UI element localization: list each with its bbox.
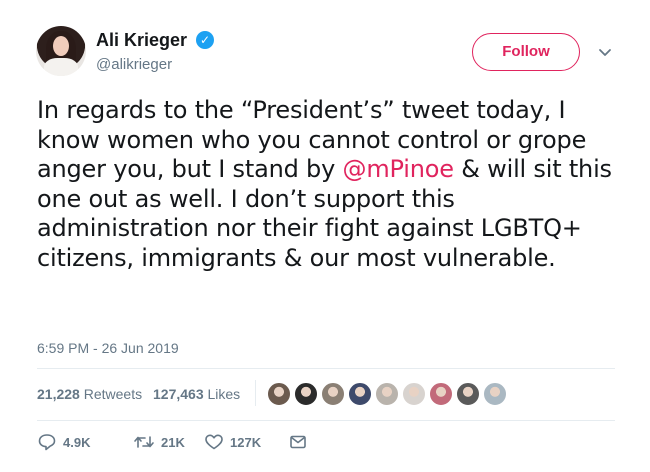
- heart-icon: [205, 434, 223, 450]
- liker-avatar[interactable]: [455, 381, 481, 407]
- chevron-down-icon[interactable]: [597, 44, 613, 60]
- liker-avatar[interactable]: [374, 381, 400, 407]
- author-name[interactable]: Ali Krieger: [96, 30, 187, 51]
- likes-stat[interactable]: 127,463 Likes: [153, 386, 240, 402]
- liker-avatar[interactable]: [347, 381, 373, 407]
- author-avatar[interactable]: [36, 26, 86, 76]
- liker-avatar[interactable]: [266, 381, 292, 407]
- liker-avatar[interactable]: [293, 381, 319, 407]
- tweet-card: Ali Krieger ✓ @alikrieger Follow In rega…: [0, 0, 650, 472]
- tweet-timestamp[interactable]: 6:59 PM - 26 Jun 2019: [37, 340, 179, 356]
- mention-link[interactable]: @mPinoe: [343, 155, 454, 183]
- reply-button[interactable]: 4.9K: [37, 432, 90, 452]
- retweets-label: Retweets: [83, 386, 143, 402]
- divider: [37, 420, 615, 421]
- liker-avatar[interactable]: [428, 381, 454, 407]
- reply-icon: [38, 434, 56, 451]
- reply-count: 4.9K: [63, 434, 91, 450]
- envelope-icon: [290, 435, 306, 449]
- divider: [37, 368, 615, 369]
- author-handle[interactable]: @alikrieger: [96, 56, 172, 73]
- like-count: 127K: [230, 434, 262, 450]
- follow-button[interactable]: Follow: [472, 33, 580, 71]
- divider: [255, 380, 256, 406]
- retweets-stat[interactable]: 21,228 Retweets: [37, 386, 142, 402]
- verified-badge-icon: ✓: [196, 31, 214, 49]
- retweet-count: 21K: [161, 434, 185, 450]
- likes-label: Likes: [207, 386, 241, 402]
- retweet-button[interactable]: 21K: [133, 432, 185, 452]
- likes-count: 127,463: [153, 386, 204, 402]
- retweets-count: 21,228: [37, 386, 80, 402]
- liker-avatar[interactable]: [401, 381, 427, 407]
- liker-avatar[interactable]: [482, 381, 508, 407]
- like-button[interactable]: 127K: [204, 432, 261, 452]
- liker-avatar[interactable]: [320, 381, 346, 407]
- tweet-text: In regards to the “President’s” tweet to…: [37, 96, 627, 273]
- direct-message-button[interactable]: [288, 432, 308, 452]
- retweet-icon: [134, 436, 154, 448]
